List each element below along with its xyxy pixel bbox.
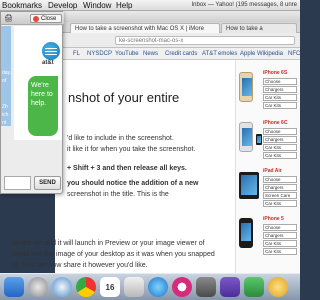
bookmark-nfc[interactable]: NFC	[288, 48, 300, 59]
select-car-kits-2[interactable]: Car Kits	[263, 248, 297, 255]
chat-transcript: day. of Zh ich nt	[1, 26, 15, 126]
bookmark-fl[interactable]: FL	[73, 48, 80, 59]
browser-titlebar	[55, 11, 300, 22]
bookmark-att[interactable]: AT&T	[202, 48, 217, 59]
select-car-kits[interactable]: Car Kits	[263, 240, 297, 247]
chat-window: 🖨 Close day. of Zh ich nt at&t We're her…	[0, 11, 64, 194]
select-chargers[interactable]: Chargers	[263, 184, 297, 191]
close-icon	[33, 16, 39, 22]
menu-develop[interactable]: Develop	[48, 0, 77, 11]
select-car-kits-2[interactable]: Car Kits	[263, 102, 297, 109]
select-car-kits[interactable]: Car Kits	[263, 94, 297, 101]
help-bubble: We're here to help.	[28, 76, 58, 136]
article-line-1: 'd like to include in the screenshot.	[67, 135, 174, 142]
iphone-image	[239, 72, 253, 102]
bookmarks-bar: FL NYSDCP YouTube News Credit cards AT&T…	[55, 48, 300, 60]
safari-icon[interactable]	[52, 277, 72, 297]
launchpad-icon[interactable]	[28, 277, 48, 297]
att-globe-icon	[42, 42, 60, 60]
bookmark-credit-cards[interactable]: Credit cards	[165, 48, 197, 59]
calendar-day: 16	[105, 283, 115, 292]
desktop: Bookmarks Develop Window Help Inbox — Ya…	[0, 0, 300, 300]
print-icon[interactable]: 🖨	[4, 14, 13, 23]
menu-window[interactable]: Window	[83, 0, 111, 11]
close-label: Close	[41, 16, 57, 22]
tab-strip: How to take a screenshot with Mac OS X |…	[55, 22, 300, 33]
calendar-icon[interactable]: 16	[100, 277, 120, 297]
chat-text: nt	[2, 120, 7, 126]
messages-icon[interactable]	[244, 277, 264, 297]
select-chargers[interactable]: Chargers	[263, 232, 297, 239]
app-icon-2[interactable]	[268, 277, 288, 297]
select-choose[interactable]: Choose	[263, 128, 297, 135]
select-choose[interactable]: Choose	[263, 78, 297, 85]
product-card[interactable]: iPhone 6S Choose Chargers Car Kits Car K…	[239, 68, 299, 113]
tab-second[interactable]: How to take a	[221, 23, 297, 33]
att-help-panel: at&t We're here to help.	[14, 26, 62, 140]
article-line-3: + Shift + 3 and then release all keys.	[67, 165, 187, 172]
bookmark-youtube[interactable]: YouTube	[115, 48, 139, 59]
tab-imore[interactable]: How to take a screenshot with Mac OS X |…	[70, 23, 220, 33]
select-choose[interactable]: Choose	[263, 176, 297, 183]
accessory-sidebar: iPhone 6S Choose Chargers Car Kits Car K…	[235, 60, 300, 273]
bookmark-apple[interactable]: Apple	[240, 48, 255, 59]
select-car-kits[interactable]: Car Kits	[263, 200, 297, 207]
product-title: iPhone 5	[263, 216, 284, 222]
ipad-image	[239, 172, 259, 199]
chat-titlebar: 🖨 Close	[1, 12, 64, 25]
bookmark-wikipedia[interactable]: Wikipedia	[257, 48, 283, 59]
url-field[interactable]: ke-screenshot-mac-os-x	[115, 36, 295, 45]
chrome-icon[interactable]	[76, 277, 96, 297]
menu-bookmarks[interactable]: Bookmarks	[2, 0, 42, 11]
address-bar-row: ke-screenshot-mac-os-x	[55, 33, 300, 48]
article-line-2: it like it for when you take the screens…	[67, 146, 196, 153]
chat-text: day.	[2, 70, 12, 76]
iphone-small-image	[256, 134, 262, 145]
chat-message-input[interactable]	[4, 176, 31, 190]
menu-help[interactable]: Help	[116, 0, 132, 11]
att-logo-text: at&t	[42, 60, 54, 66]
article-line-6: on the file and it will launch in Previe…	[12, 240, 205, 247]
select-choose[interactable]: Choose	[263, 224, 297, 231]
select-car-kits[interactable]: Car Kits	[263, 144, 297, 151]
window-title-mail: Inbox — Yahoo! (195 messages, 8 unre	[191, 2, 297, 8]
browser-window: How to take a screenshot with Mac OS X |…	[55, 11, 300, 273]
select-chargers[interactable]: Chargers	[263, 136, 297, 143]
chat-text: Zh	[2, 104, 8, 110]
chat-text: ich	[2, 112, 9, 118]
product-title: iPad Air	[263, 168, 282, 174]
product-card[interactable]: iPhone 5 Choose Chargers Car Kits Car Ki…	[239, 214, 299, 259]
product-title: iPhone 6S	[263, 70, 288, 76]
article-line-7: hould see the image of your desktop as i…	[12, 251, 215, 258]
article-headline: nshot of your entire	[68, 90, 180, 105]
close-button[interactable]: Close	[30, 14, 62, 23]
bookmark-emoles[interactable]: emoles	[218, 48, 237, 59]
app-icon[interactable]	[220, 277, 240, 297]
product-title: iPhone 6C	[263, 120, 288, 126]
iphone-image	[239, 218, 253, 248]
finder-icon[interactable]	[4, 277, 24, 297]
product-card[interactable]: iPad Air Choose Chargers Screen Care Car…	[239, 166, 299, 211]
itunes-icon[interactable]	[172, 277, 192, 297]
select-chargers[interactable]: Chargers	[263, 86, 297, 93]
contacts-icon[interactable]	[124, 277, 144, 297]
dock: 16	[0, 273, 300, 300]
select-screen-care[interactable]: Screen Care	[263, 192, 297, 199]
article-line-8: ot. You can now share it however you'd l…	[12, 262, 148, 269]
send-button[interactable]: SEND	[34, 176, 61, 190]
iphone-image	[239, 122, 253, 152]
system-preferences-icon[interactable]	[196, 277, 216, 297]
bookmark-nysdcp[interactable]: NYSDCP	[87, 48, 112, 59]
menu-bar: Bookmarks Develop Window Help Inbox — Ya…	[0, 0, 300, 11]
chat-text: of	[2, 78, 7, 84]
app-store-icon[interactable]	[148, 277, 168, 297]
article-line-4: you should notice the addition of a new	[67, 180, 199, 187]
select-car-kits-2[interactable]: Car Kits	[263, 152, 297, 159]
product-card[interactable]: iPhone 6C Choose Chargers Car Kits Car K…	[239, 118, 299, 163]
article-line-5: screenshot in the title. This is the	[67, 191, 169, 198]
bookmark-news[interactable]: News	[143, 48, 158, 59]
